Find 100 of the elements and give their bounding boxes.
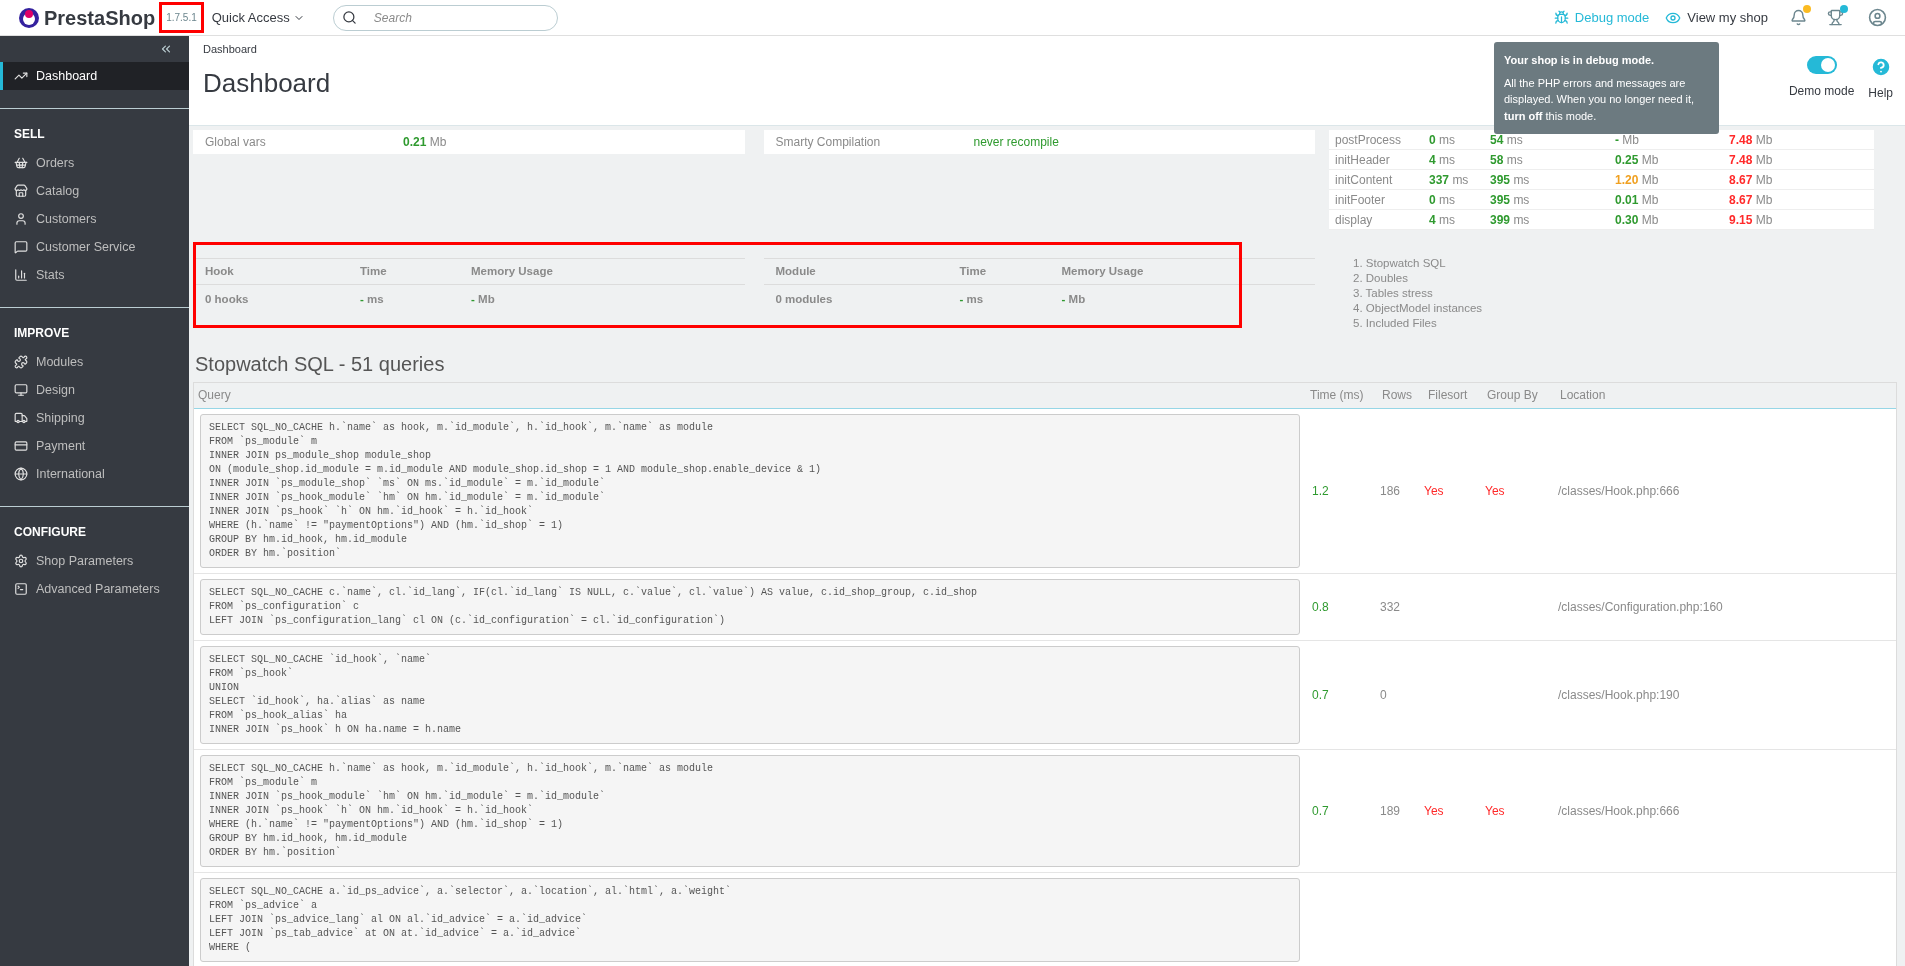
tooltip-title: Your shop is in debug mode. xyxy=(1504,53,1656,68)
help-label[interactable]: Help xyxy=(1868,84,1893,102)
version-label: 1.7.5.1 xyxy=(159,2,204,33)
profile-name: display xyxy=(1335,211,1374,229)
profile-value: 337 ms xyxy=(1429,172,1469,187)
column-header: Memory Usage xyxy=(471,264,553,279)
sidebar-item[interactable]: Design xyxy=(0,376,189,404)
section-heading: CONFIGURE xyxy=(13,524,87,541)
search-field[interactable]: Search xyxy=(332,4,558,31)
profile-value: - Mb xyxy=(1615,132,1639,147)
profile-value: 58 ms xyxy=(1490,152,1523,167)
quick-access-button[interactable]: Quick Access xyxy=(211,7,305,28)
sidebar-item[interactable]: Stats xyxy=(0,261,189,289)
column-header: Hook xyxy=(205,264,235,279)
sidebar-item[interactable]: International xyxy=(0,460,189,488)
column-header[interactable]: Time (ms) xyxy=(1306,386,1378,404)
column-header: Memory Usage xyxy=(1061,264,1144,279)
sidebar-item[interactable]: Catalog xyxy=(0,177,189,205)
help-icon[interactable] xyxy=(1869,56,1892,78)
profile-value: 399 ms xyxy=(1490,212,1530,227)
column-header[interactable]: Location xyxy=(1556,386,1896,404)
bar-chart-icon xyxy=(14,268,28,282)
chat-icon xyxy=(14,240,28,254)
profile-value: 0 ms xyxy=(1429,132,1456,147)
profile-value: 0.25 Mb xyxy=(1615,152,1659,167)
section-link[interactable]: 5. Included Files xyxy=(1353,316,1483,331)
profile-value: 7.48 Mb xyxy=(1729,152,1773,167)
profile-value: 4 ms xyxy=(1429,152,1456,167)
location-cell-text: /classes/Hook.php:666 xyxy=(1557,802,1681,820)
location-cell-text: /classes/Hook.php:190 xyxy=(1557,686,1681,704)
profile-name: postProcess xyxy=(1335,131,1403,149)
query-code: SELECT SQL_NO_CACHE c.`name`, cl.`id_lang`, IF(cl.`id_lang` IS NULL, c.`value`, cl.`value`) AS value, c.id_shop_group, c.id_shop FROM `ps_configuration` c LEFT JOIN `ps_configuration_lang` cl ON (c.`id_configuration` = cl.`id_configuration`) xyxy=(200,578,1300,635)
time-cell-text: 0.7 xyxy=(1311,686,1330,704)
profile-value: 1.20 Mb xyxy=(1615,172,1659,187)
sidebar-item[interactable]: Customer Service xyxy=(0,233,189,261)
profile-value: 54 ms xyxy=(1490,132,1523,147)
profile-name: initHeader xyxy=(1335,151,1391,169)
page-title: Dashboard xyxy=(203,66,331,100)
sidebar-item[interactable]: Dashboard xyxy=(0,62,189,90)
profile-value: 395 ms xyxy=(1490,192,1530,207)
profile-value: 9.15 Mb xyxy=(1729,212,1773,227)
sidebar-item[interactable]: Orders xyxy=(0,149,189,177)
table-cell: 0 hooks xyxy=(205,293,249,306)
table-cell: - ms xyxy=(959,293,984,306)
column-header[interactable]: Filesort xyxy=(1424,386,1483,404)
globe-icon xyxy=(14,467,28,481)
profile-value: 0.30 Mb xyxy=(1615,212,1659,227)
rows-cell-text: 0 xyxy=(1379,686,1388,704)
column-header[interactable]: Query xyxy=(194,386,1306,404)
sidebar-item[interactable]: Advanced Parameters xyxy=(0,575,189,603)
logo-icon xyxy=(18,6,40,29)
section-heading: IMPROVE xyxy=(13,325,71,342)
query-code: SELECT SQL_NO_CACHE a.`id_ps_advice`, a.`selector`, a.`location`, al.`html`, a.`weight` FROM `ps_advice` a LEFT JOIN `ps_advice_lang` al ON al.`id_advice` = a.`id_advice` LEFT JOIN `ps_tab_advice` at ON at.`id_advice` = a.`id_advice` WHERE ( xyxy=(200,877,1300,962)
sidebar-item[interactable]: Shipping xyxy=(0,404,189,432)
profile-value: 0 ms xyxy=(1429,192,1456,207)
panel-icon xyxy=(14,582,28,596)
filesort-cell-text: Yes xyxy=(1424,482,1445,500)
section-link[interactable]: 2. Doubles xyxy=(1353,271,1483,286)
tooltip-text: All the PHP errors and messages are displayed. When you no longer need it, turn off this mode. xyxy=(1504,75,1696,124)
profile-value: 4 ms xyxy=(1429,212,1456,227)
person-icon xyxy=(14,212,28,226)
location-cell-text: /classes/Configuration.php:160 xyxy=(1557,598,1724,616)
view-shop-link[interactable]: View my shop xyxy=(1665,7,1768,28)
time-cell-text: 1.2 xyxy=(1311,482,1330,500)
column-header: Module xyxy=(775,264,817,279)
query-code: SELECT SQL_NO_CACHE h.`name` as hook, m.`id_module`, h.`id_hook`, m.`name` as module FROM `ps_module` m INNER JOIN `ps_hook_module` `hm` ON hm.`id_module` = m.`id_module` INNER JOIN `ps_hook` `h` ON hm.`id_hook` = h.`id_hook` WHERE (h.`name` != "paymentOptions") AND (hm.`id_shop` = 1) GROUP BY hm.id_hook, hm.id_module ORDER BY hm.`position` xyxy=(200,754,1300,867)
demo-mode-switch[interactable] xyxy=(1806,56,1837,74)
store-icon xyxy=(14,184,28,198)
sidebar-item[interactable]: Payment xyxy=(0,432,189,460)
collapse-icon[interactable] xyxy=(159,42,173,56)
column-header: Time xyxy=(360,264,388,279)
summary-value: never recompile xyxy=(973,134,1059,151)
profile-name: initFooter xyxy=(1335,191,1387,209)
bug-icon xyxy=(1553,10,1569,25)
user-icon[interactable] xyxy=(1868,8,1887,27)
section-link[interactable]: 4. ObjectModel instances xyxy=(1353,301,1483,316)
column-header[interactable]: Group By xyxy=(1483,386,1556,404)
sidebar-item[interactable]: Customers xyxy=(0,205,189,233)
sidebar-item[interactable]: Shop Parameters xyxy=(0,547,189,575)
search-icon xyxy=(341,9,357,25)
summary-value: 0.21 Mb xyxy=(403,134,447,151)
truck-icon xyxy=(14,411,28,425)
profile-value: 7.48 Mb xyxy=(1729,132,1773,147)
breadcrumb[interactable]: Dashboard xyxy=(203,41,331,58)
basket-icon xyxy=(14,156,28,170)
group-by-cell-text: Yes xyxy=(1484,802,1506,820)
profile-value: 8.67 Mb xyxy=(1729,192,1773,207)
profile-value: 395 ms xyxy=(1490,172,1530,187)
profile-value: 0.01 Mb xyxy=(1615,192,1659,207)
table-cell: - Mb xyxy=(471,293,495,306)
sidebar-item[interactable]: Modules xyxy=(0,348,189,376)
time-cell-text: 0.8 xyxy=(1311,598,1330,616)
demo-mode-label: Demo mode xyxy=(1788,83,1855,100)
section-link[interactable]: 1. Stopwatch SQL xyxy=(1353,256,1483,271)
section-heading: SELL xyxy=(13,126,46,143)
group-by-cell-text: Yes xyxy=(1484,482,1506,500)
section-link[interactable]: 3. Tables stress xyxy=(1353,286,1483,301)
credit-card-icon xyxy=(14,439,28,453)
sql-title: Stopwatch SQL - 51 queries xyxy=(195,351,446,377)
summary-label: Global vars xyxy=(205,134,267,151)
